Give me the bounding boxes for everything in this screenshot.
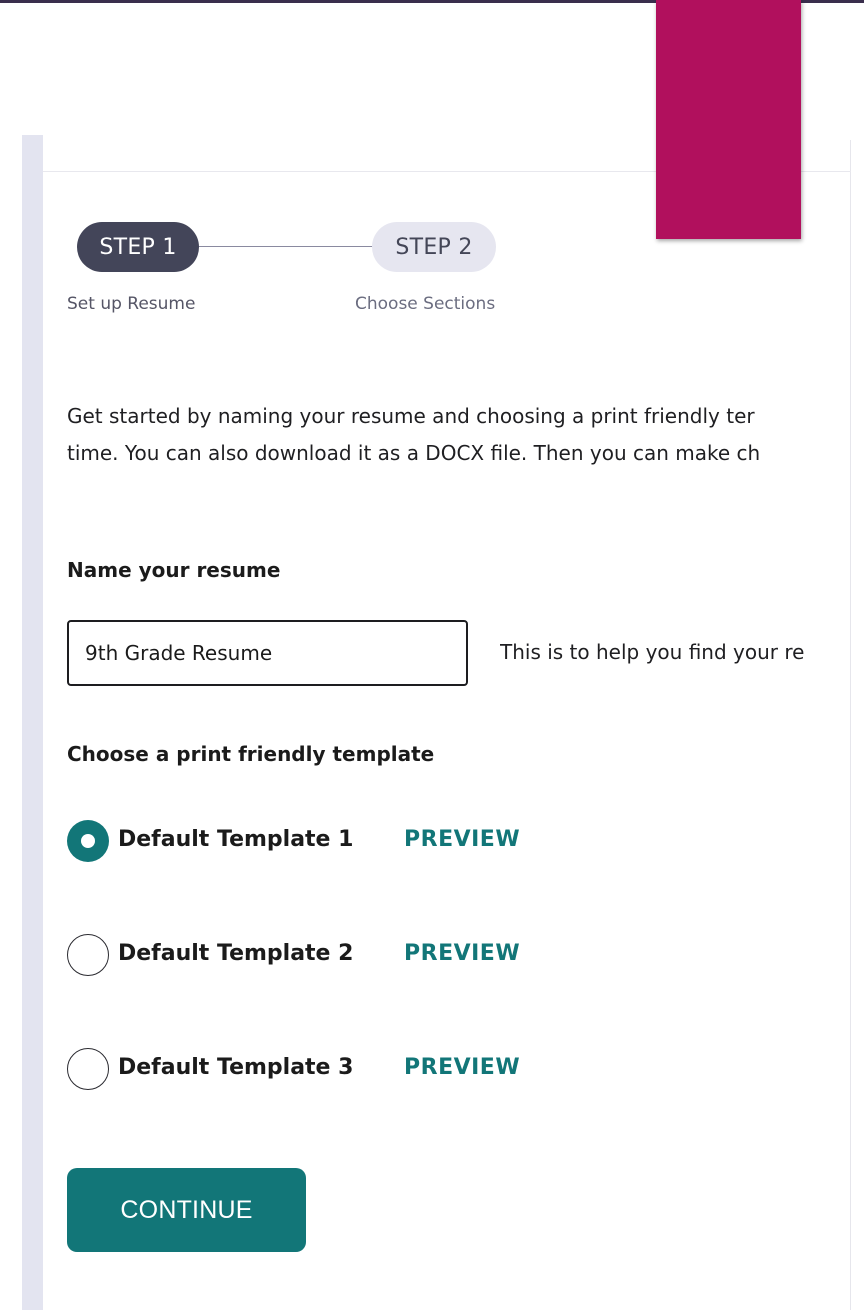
template-1-radio[interactable] (67, 820, 109, 862)
template-2-radio[interactable] (67, 934, 109, 976)
template-1-preview-link[interactable]: PREVIEW (404, 827, 520, 852)
template-1-name[interactable]: Default Template 1 (118, 827, 353, 852)
template-3-radio[interactable] (67, 1048, 109, 1090)
step-2-caption: Choose Sections (355, 294, 496, 314)
template-2-preview-link[interactable]: PREVIEW (404, 941, 520, 966)
template-3-preview-link[interactable]: PREVIEW (404, 1055, 520, 1080)
continue-button[interactable]: CONTINUE (67, 1168, 306, 1252)
left-rail (22, 135, 43, 1310)
template-option-1: Default Template 1 PREVIEW (67, 820, 567, 862)
bookmark-ribbon (656, 0, 801, 239)
template-option-2: Default Template 2 PREVIEW (67, 934, 567, 976)
resume-name-label: Name your resume (67, 558, 281, 582)
card-border (850, 140, 851, 1310)
intro-text: Get started by naming your resume and ch… (67, 398, 857, 472)
step-2-pill[interactable]: STEP 2 (372, 222, 496, 272)
resume-name-input[interactable] (67, 620, 468, 686)
resume-name-help: This is to help you find your re (500, 640, 805, 664)
template-3-name[interactable]: Default Template 3 (118, 1055, 353, 1080)
template-label: Choose a print friendly template (67, 742, 435, 766)
intro-line-1: Get started by naming your resume and ch… (67, 404, 755, 428)
template-option-3: Default Template 3 PREVIEW (67, 1048, 567, 1090)
step-1-caption: Set up Resume (67, 294, 196, 314)
intro-line-2: time. You can also download it as a DOCX… (67, 441, 761, 465)
template-2-name[interactable]: Default Template 2 (118, 941, 353, 966)
stepper-connector (198, 246, 373, 247)
step-1-pill[interactable]: STEP 1 (77, 222, 199, 272)
